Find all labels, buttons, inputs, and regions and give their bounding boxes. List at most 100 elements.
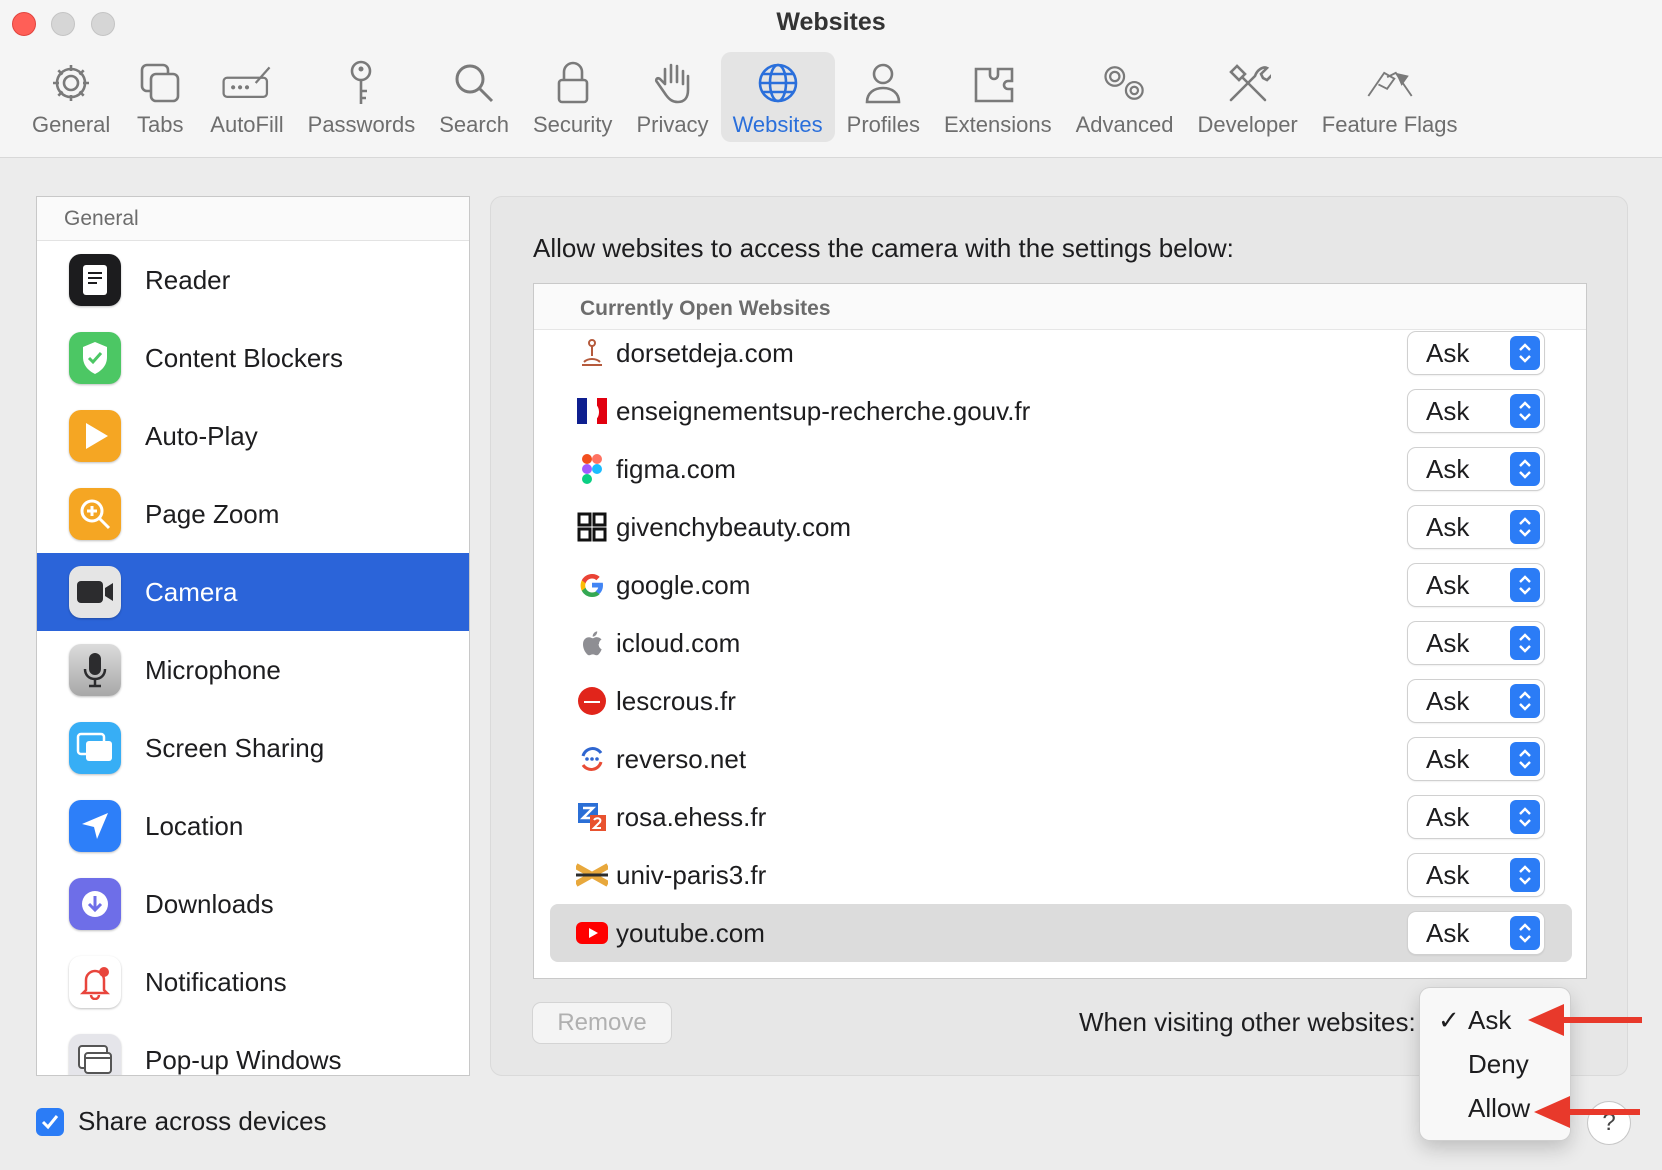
globe-icon xyxy=(752,58,804,108)
permission-value: Ask xyxy=(1426,511,1470,542)
remove-button[interactable]: Remove xyxy=(533,1003,671,1043)
apple-favicon xyxy=(576,627,608,659)
gears-icon xyxy=(1099,58,1151,108)
panel-heading: Allow websites to access the camera with… xyxy=(533,233,1234,263)
search-icon xyxy=(448,58,500,108)
tabs-icon xyxy=(134,58,186,108)
youtube-favicon xyxy=(576,917,608,949)
permission-value: Ask xyxy=(1426,569,1470,600)
menu-item-label: Allow xyxy=(1468,1092,1531,1123)
website-name: figma.com xyxy=(616,453,736,484)
chevron-updown-icon xyxy=(1510,336,1540,370)
table-row[interactable]: enseignementsup-recherche.gouv.fr Ask xyxy=(550,382,1572,440)
puzzle-icon xyxy=(972,58,1024,108)
toolbar-tab-privacy[interactable]: Privacy xyxy=(624,52,720,142)
toolbar-tab-feature-flags[interactable]: Feature Flags xyxy=(1310,52,1470,142)
table-row[interactable]: lescrous.fr Ask xyxy=(550,672,1572,730)
sidebar-item-screen-sharing[interactable]: Screen Sharing xyxy=(37,709,469,787)
sidebar-item-location[interactable]: Location xyxy=(37,787,469,865)
table-row[interactable]: google.com Ask xyxy=(550,556,1572,614)
toolbar-tab-profiles[interactable]: Profiles xyxy=(835,52,932,142)
camera-settings-panel: Allow websites to access the camera with… xyxy=(490,196,1628,1076)
sidebar-item-page-zoom[interactable]: Page Zoom xyxy=(37,475,469,553)
flags-icon xyxy=(1364,58,1416,108)
permission-popup[interactable]: Ask xyxy=(1408,680,1544,722)
rosa-favicon xyxy=(576,801,608,833)
website-name: reverso.net xyxy=(616,743,747,774)
permission-value: Ask xyxy=(1426,743,1470,774)
toolbar-tab-security[interactable]: Security xyxy=(521,52,624,142)
sidebar-item-downloads[interactable]: Downloads xyxy=(37,865,469,943)
table-row[interactable]: figma.com Ask xyxy=(550,440,1572,498)
popup-window-icon xyxy=(69,1034,121,1075)
menu-item-label: Ask xyxy=(1468,1004,1512,1035)
chevron-updown-icon xyxy=(1510,510,1540,544)
sidebar-item-pop-up-windows[interactable]: Pop-up Windows xyxy=(37,1021,469,1075)
chevron-updown-icon xyxy=(1510,452,1540,486)
google-favicon xyxy=(576,569,608,601)
permission-popup[interactable]: Ask xyxy=(1408,564,1544,606)
toolbar-tab-advanced[interactable]: Advanced xyxy=(1064,52,1186,142)
permission-value: Ask xyxy=(1426,395,1470,426)
share-across-devices-checkbox[interactable] xyxy=(36,1107,64,1136)
permission-popup[interactable]: Ask xyxy=(1408,854,1544,896)
chevron-updown-icon xyxy=(1510,742,1540,776)
table-row[interactable]: dorsetdeja.com Ask xyxy=(550,324,1572,382)
permission-popup[interactable]: Ask xyxy=(1408,506,1544,548)
permission-popup[interactable]: Ask xyxy=(1408,738,1544,780)
website-name: google.com xyxy=(616,569,751,600)
permission-value: Ask xyxy=(1426,627,1470,658)
share-across-devices[interactable]: Share across devices xyxy=(36,1106,327,1137)
permission-popup[interactable]: Ask xyxy=(1408,912,1544,954)
microphone-icon xyxy=(69,644,121,696)
table-row[interactable]: univ-paris3.fr Ask xyxy=(550,846,1572,904)
chevron-updown-icon xyxy=(1510,626,1540,660)
toolbar-tab-autofill[interactable]: AutoFill xyxy=(198,52,295,142)
toolbar-tab-developer[interactable]: Developer xyxy=(1185,52,1309,142)
crous-favicon xyxy=(576,685,608,717)
chevron-updown-icon xyxy=(1510,684,1540,718)
sidebar-item-reader[interactable]: Reader xyxy=(37,241,469,319)
toolbar-tab-general[interactable]: General xyxy=(20,52,122,142)
permission-popup[interactable]: Ask xyxy=(1408,332,1544,374)
permission-popup[interactable]: Ask xyxy=(1408,622,1544,664)
websites-list: dorsetdeja.com Ask enseignementsup-recherc… xyxy=(550,324,1572,962)
permission-popup[interactable]: Ask xyxy=(1408,448,1544,490)
permission-value: Ask xyxy=(1426,453,1470,484)
toolbar-tab-extensions[interactable]: Extensions xyxy=(932,52,1064,142)
tools-icon xyxy=(1222,58,1274,108)
camera-icon xyxy=(69,566,121,618)
toolbar-tab-tabs[interactable]: Tabs xyxy=(122,52,198,142)
sidebar-item-auto-play[interactable]: Auto-Play xyxy=(37,397,469,475)
download-icon xyxy=(69,878,121,930)
websites-table: Currently Open Websites dorsetdeja.com As… xyxy=(533,283,1587,979)
website-name: dorsetdeja.com xyxy=(616,337,794,368)
paris3-favicon xyxy=(576,859,608,891)
lock-icon xyxy=(547,58,599,108)
bell-icon xyxy=(69,956,121,1008)
table-row[interactable]: rosa.ehess.fr Ask xyxy=(550,788,1572,846)
gear-icon xyxy=(45,58,97,108)
table-row[interactable]: youtube.com Ask xyxy=(550,904,1572,962)
permission-popup[interactable]: Ask xyxy=(1408,796,1544,838)
toolbar-tab-passwords[interactable]: Passwords xyxy=(296,52,428,142)
toolbar-tab-search[interactable]: Search xyxy=(427,52,521,142)
table-row[interactable]: icloud.com Ask xyxy=(550,614,1572,672)
sidebar-item-content-blockers[interactable]: Content Blockers xyxy=(37,319,469,397)
table-row[interactable]: givenchybeauty.com Ask xyxy=(550,498,1572,556)
sidebar-item-notifications[interactable]: Notifications xyxy=(37,943,469,1021)
sidebar-item-microphone[interactable]: Microphone xyxy=(37,631,469,709)
givenchy-favicon xyxy=(576,511,608,543)
hand-icon xyxy=(647,58,699,108)
reader-icon xyxy=(69,254,121,306)
sidebar-section-header: General xyxy=(37,197,469,241)
permission-popup[interactable]: Ask xyxy=(1408,390,1544,432)
table-row[interactable]: reverso.net Ask xyxy=(550,730,1572,788)
website-name: univ-paris3.fr xyxy=(616,859,767,890)
sidebar-item-camera[interactable]: Camera xyxy=(37,553,469,631)
toolbar-tab-websites[interactable]: Websites xyxy=(720,52,835,142)
checkmark-icon: ✓ xyxy=(1438,1004,1460,1035)
menu-item-deny[interactable]: Deny xyxy=(1420,1042,1570,1086)
play-icon xyxy=(69,410,121,462)
location-icon xyxy=(69,800,121,852)
